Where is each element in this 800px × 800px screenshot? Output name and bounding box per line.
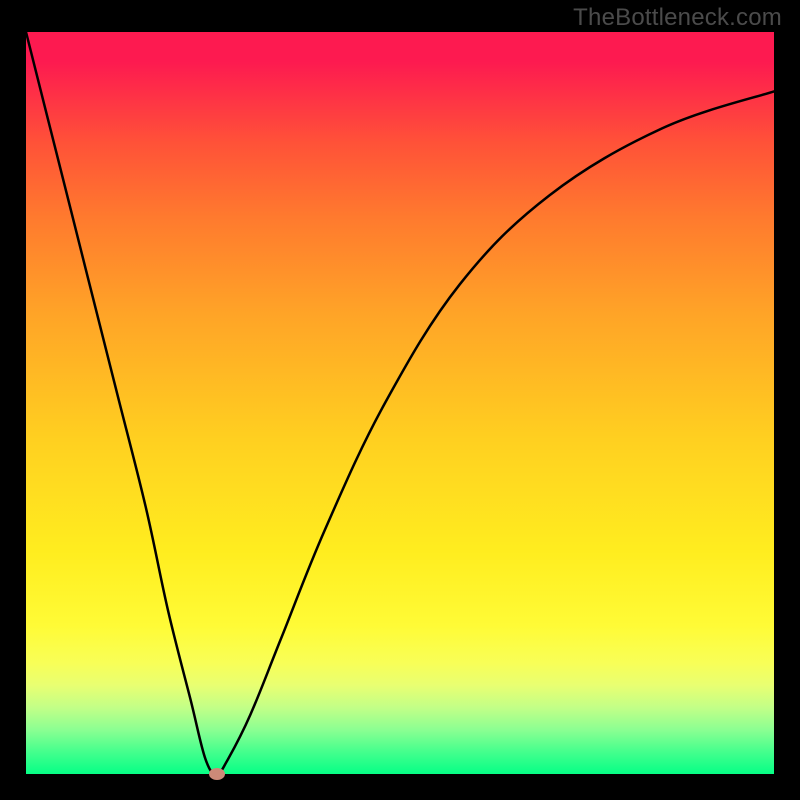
optimal-point-marker [209, 768, 225, 780]
bottleneck-curve [26, 32, 774, 774]
watermark-text: TheBottleneck.com [573, 4, 782, 32]
chart-frame: TheBottleneck.com [0, 0, 800, 800]
plot-area [26, 32, 774, 774]
curve-path [26, 32, 774, 774]
